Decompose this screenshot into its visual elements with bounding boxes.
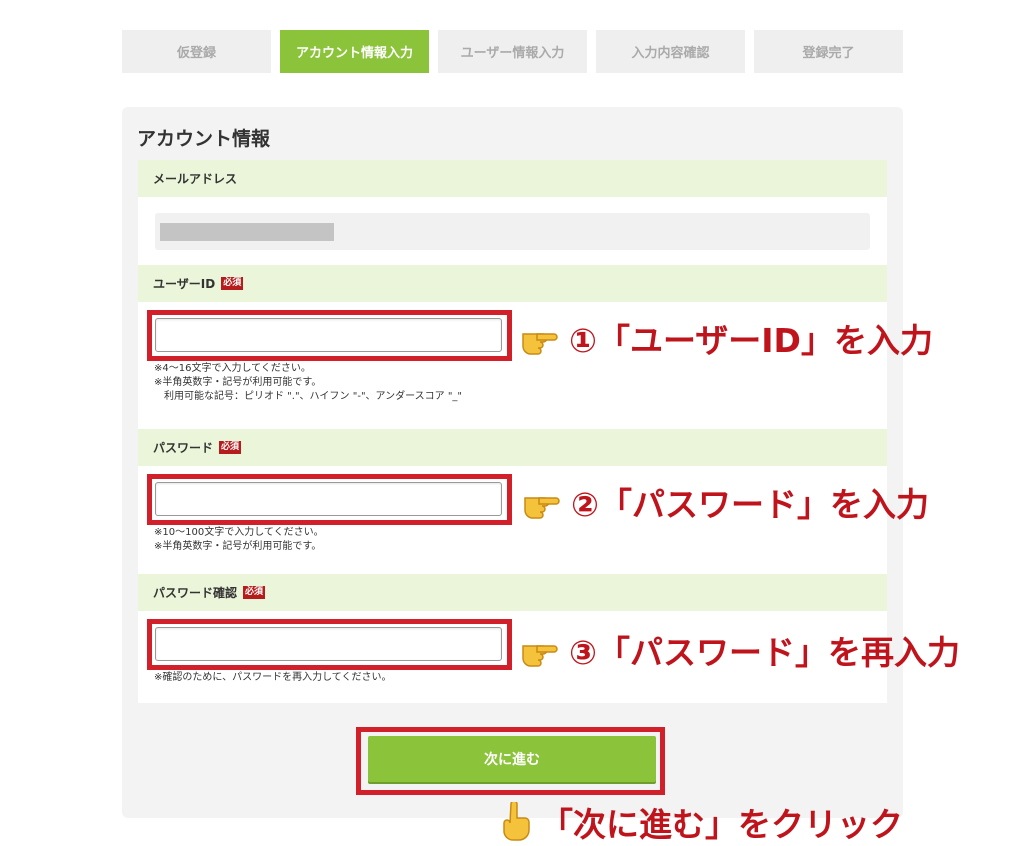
required-badge: 必須 [219,441,242,454]
callout-password: ②「パスワード」を入力 [521,478,929,526]
callout-next: 「次に進む」をクリック [498,798,903,846]
user-id-header: ユーザーID 必須 [138,265,887,302]
pointing-up-hand-icon [503,802,530,841]
callout-next-text: 「次に進む」をクリック [540,805,903,844]
pointing-hand-icon [522,645,558,667]
email-header: メールアドレス [138,160,887,197]
password-notes: ※10〜100文字で入力してください。 ※半角英数字・記号が利用可能です。 [154,527,324,552]
step-account-info: アカウント情報入力 [280,30,429,73]
callout-password-confirm: ③「パスワード」を再入力 [519,626,960,674]
callout-user-id: ①「ユーザーID」を入力 [519,314,933,362]
password-confirm-notes: ※確認のために、パスワードを再入力してください。 [154,672,392,683]
password-confirm-input[interactable] [155,627,502,661]
required-badge: 必須 [243,586,266,599]
pointing-hand-icon [522,333,558,355]
password-input[interactable] [155,482,502,516]
step-user-info: ユーザー情報入力 [438,30,587,73]
password-label: パスワード [153,441,214,455]
email-redacted [160,223,334,241]
callout-password-confirm-text: ③「パスワード」を再入力 [569,633,960,672]
callout-password-text: ②「パスワード」を入力 [571,485,929,524]
user-id-label: ユーザーID [153,277,216,291]
password-confirm-header: パスワード確認 必須 [138,574,887,611]
callout-user-id-text: ①「ユーザーID」を入力 [569,321,933,360]
step-provisional: 仮登録 [122,30,271,73]
password-header: パスワード 必須 [138,429,887,466]
step-confirm: 入力内容確認 [596,30,745,73]
page-title: アカウント情報 [137,128,271,150]
progress-steps: 仮登録 アカウント情報入力 ユーザー情報入力 入力内容確認 登録完了 [122,30,903,73]
user-id-input[interactable] [155,318,502,352]
password-confirm-label: パスワード確認 [153,586,238,600]
next-button[interactable]: 次に進む [368,736,656,782]
step-complete: 登録完了 [754,30,903,73]
email-label: メールアドレス [153,172,238,186]
pointing-hand-icon [524,497,560,519]
user-id-notes: ※4〜16文字で入力してください。 ※半角英数字・記号が利用可能です。 利用可能… [154,363,463,402]
required-badge: 必須 [221,277,244,290]
